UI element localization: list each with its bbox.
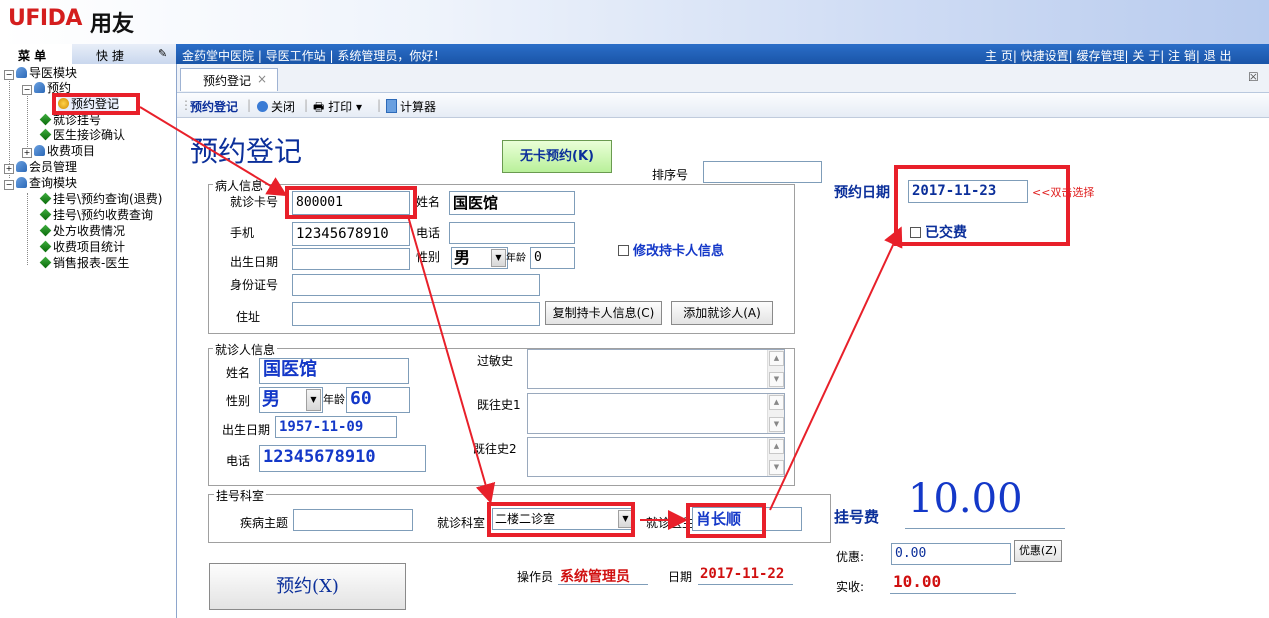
annotation-arrows xyxy=(139,106,903,530)
